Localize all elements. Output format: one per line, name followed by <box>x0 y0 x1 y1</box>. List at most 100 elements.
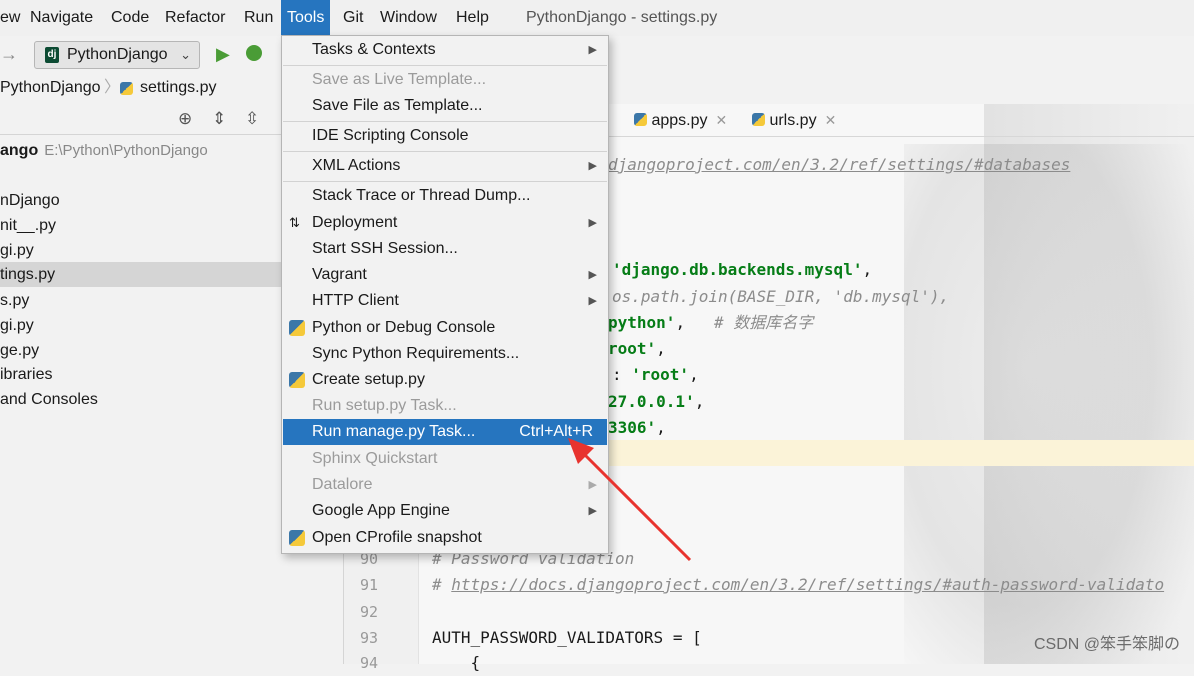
code-comment-link[interactable]: https://docs.djangoproject.com/en/3.2/re… <box>451 575 1164 594</box>
code-text: { <box>432 653 481 672</box>
menu-item-vagrant[interactable]: Vagrant ▶ <box>283 262 607 288</box>
close-icon[interactable]: ✕ <box>716 112 728 128</box>
menu-item-label: Save File as Template... <box>312 97 483 114</box>
run-configuration-label: PythonDjango <box>67 46 168 63</box>
menu-item-open-cprofile[interactable]: Open CProfile snapshot <box>283 525 607 551</box>
annotation-arrow-line <box>580 450 692 562</box>
code-comment-link[interactable]: djangoproject.com/en/3.2/ref/settings/#d… <box>608 155 1070 174</box>
menu-item-sync-requirements[interactable]: Sync Python Requirements... <box>283 341 607 367</box>
tab-apps[interactable]: apps.py ✕ <box>634 104 727 136</box>
menu-item-http-client[interactable]: HTTP Client ▶ <box>283 288 607 314</box>
code-comment: # <box>432 575 452 594</box>
menu-window[interactable]: Window <box>374 0 443 36</box>
menu-view[interactable]: ew <box>0 0 26 36</box>
python-file-icon <box>120 82 133 95</box>
menu-item-label: Run manage.py Task... <box>312 423 476 440</box>
code-text: AUTH_PASSWORD_VALIDATORS = [ <box>432 628 702 647</box>
tab-label: apps.py <box>651 112 708 129</box>
line-number: 91 <box>359 576 378 594</box>
menu-item-label: Run setup.py Task... <box>312 397 457 414</box>
tree-root-path: E:\Python\PythonDjango <box>44 142 208 159</box>
menu-item-run-manage-task[interactable]: Run manage.py Task... Ctrl+Alt+R <box>283 419 607 445</box>
watermark: CSDN @笨手笨脚の <box>1033 636 1180 653</box>
tab-urls[interactable]: urls.py ✕ <box>752 104 836 136</box>
menu-separator <box>283 121 607 122</box>
menu-item-python-console[interactable]: Python or Debug Console <box>283 315 607 341</box>
menu-tools[interactable]: Tools <box>281 0 331 36</box>
code-comment: os.path.join(BASE_DIR, 'db.mysql'), <box>612 287 950 306</box>
locate-icon[interactable]: ⊕ <box>178 110 192 128</box>
menu-item-datalore[interactable]: Datalore ▶ <box>283 472 607 498</box>
menu-item-label: Vagrant <box>312 266 367 283</box>
code-punct: , <box>862 260 873 279</box>
menu-item-label: IDE Scripting Console <box>312 127 469 144</box>
menu-separator <box>283 181 607 182</box>
menu-item-label: Save as Live Template... <box>312 71 487 88</box>
menu-item-save-live-template[interactable]: Save as Live Template... <box>283 67 607 93</box>
line-number: 93 <box>359 629 378 647</box>
breadcrumb-separator-icon: 〉 <box>104 79 121 96</box>
menu-item-run-setup-task[interactable]: Run setup.py Task... <box>283 393 607 419</box>
tree-root-name: ango <box>0 142 39 159</box>
menu-git[interactable]: Git <box>337 0 369 36</box>
menu-item-label: Stack Trace or Thread Dump... <box>312 187 531 204</box>
back-arrow-icon[interactable]: → <box>0 41 18 67</box>
menu-item-label: HTTP Client <box>312 292 399 309</box>
deployment-icon: ⇅ <box>289 215 300 230</box>
python-file-icon <box>634 113 647 126</box>
expand-all-icon[interactable]: ⇕ <box>212 110 226 128</box>
breadcrumb-project[interactable]: PythonDjango <box>0 74 101 102</box>
menu-item-google-app-engine[interactable]: Google App Engine ▶ <box>283 498 607 524</box>
menu-help[interactable]: Help <box>450 0 495 36</box>
run-configuration-selector[interactable]: dj PythonDjango ⌄ <box>34 41 200 69</box>
code-string: python' <box>608 313 676 332</box>
menu-item-tasks-contexts[interactable]: Tasks & Contexts ▶ <box>283 37 607 63</box>
breadcrumb-file[interactable]: settings.py <box>140 74 216 102</box>
submenu-arrow-icon: ▶ <box>588 295 597 307</box>
menu-item-label: Deployment <box>312 214 398 231</box>
code-punct: : <box>612 365 632 384</box>
menu-separator <box>283 151 607 152</box>
code-string: 'root' <box>631 365 690 384</box>
menu-item-create-setup[interactable]: Create setup.py <box>283 367 607 393</box>
menu-item-label: Tasks & Contexts <box>312 41 436 58</box>
menu-item-label: Sync Python Requirements... <box>312 345 520 362</box>
menu-item-label: Google App Engine <box>312 502 450 519</box>
submenu-arrow-icon: ▶ <box>588 217 597 229</box>
django-icon: dj <box>45 47 59 63</box>
collapse-all-icon[interactable]: ⇳ <box>245 110 259 128</box>
python-file-icon <box>752 113 765 126</box>
code-string: 3306' <box>608 418 657 437</box>
code-string: root' <box>608 339 657 358</box>
menu-item-label: Python or Debug Console <box>312 319 496 336</box>
menu-item-deployment[interactable]: ⇅ Deployment ▶ <box>283 210 607 236</box>
menu-code[interactable]: Code <box>105 0 155 36</box>
python-icon <box>289 320 305 336</box>
window-title: PythonDjango - settings.py <box>526 9 718 26</box>
debug-icon[interactable] <box>246 45 262 61</box>
menu-item-sphinx-quickstart[interactable]: Sphinx Quickstart <box>283 446 607 472</box>
submenu-arrow-icon: ▶ <box>588 269 597 281</box>
submenu-arrow-icon: ▶ <box>588 160 597 172</box>
line-number: 94 <box>359 654 378 672</box>
chevron-down-icon: ⌄ <box>180 47 191 62</box>
menu-item-label: Datalore <box>312 476 373 493</box>
menu-refactor[interactable]: Refactor <box>159 0 231 36</box>
annotation-arrow <box>568 438 692 562</box>
menu-navigate[interactable]: Navigate <box>24 0 99 36</box>
tab-label: urls.py <box>769 112 817 129</box>
menu-item-ide-scripting-console[interactable]: IDE Scripting Console <box>283 123 607 149</box>
cprofile-icon <box>289 530 305 546</box>
line-number: 92 <box>359 603 378 621</box>
menu-run[interactable]: Run <box>238 0 279 36</box>
menu-item-save-file-template[interactable]: Save File as Template... <box>283 93 607 119</box>
menu-item-stack-trace[interactable]: Stack Trace or Thread Dump... <box>283 183 607 209</box>
menu-item-label: Sphinx Quickstart <box>312 450 438 467</box>
menu-separator <box>283 65 607 66</box>
menu-item-ssh-session[interactable]: Start SSH Session... <box>283 236 607 262</box>
run-icon[interactable]: ▶ <box>216 43 230 65</box>
close-icon[interactable]: ✕ <box>825 112 837 128</box>
code-string: 27.0.0.1' <box>608 392 695 411</box>
menu-item-label: Create setup.py <box>312 371 425 388</box>
menu-item-xml-actions[interactable]: XML Actions ▶ <box>283 153 607 179</box>
